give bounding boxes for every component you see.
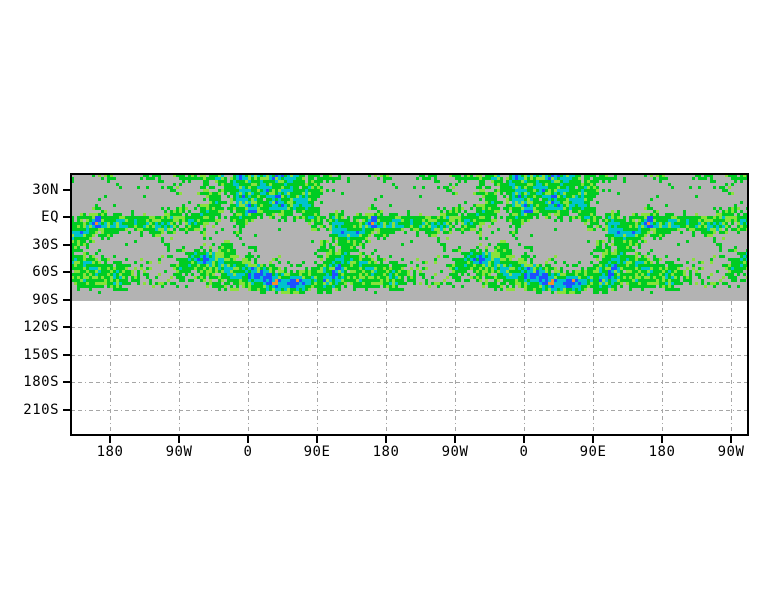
x-tick-label: 180 — [648, 444, 676, 460]
x-tick-label: 90W — [717, 444, 745, 460]
x-tick-label: 90E — [579, 444, 607, 460]
y-tick-label: 180S — [23, 374, 59, 390]
x-tick-label: 90W — [165, 444, 193, 460]
y-tick-label: 210S — [23, 402, 59, 418]
y-tick-label: 60S — [32, 264, 59, 280]
y-tick-label: 150S — [23, 347, 59, 363]
grads-figure: 30N EQ 30S 60S 90S 120S 150S 180S 210S 180 90W 0 90E… — [0, 0, 784, 612]
x-tick-label: 90E — [303, 444, 331, 460]
shaded-map-canvas — [71, 174, 748, 301]
axes-frame — [63, 173, 749, 443]
y-tick-label: 90S — [32, 292, 59, 308]
x-tick-label: 90W — [441, 444, 469, 460]
y-tick-label: 30N — [32, 182, 59, 198]
x-tick-label: 180 — [96, 444, 124, 460]
y-tick-label: 30S — [32, 237, 59, 253]
x-tick-label: 0 — [519, 444, 529, 460]
y-tick-label: 120S — [23, 319, 59, 335]
x-tick-label: 0 — [243, 444, 253, 460]
y-tick-label: EQ — [41, 209, 59, 225]
x-tick-label: 180 — [372, 444, 400, 460]
